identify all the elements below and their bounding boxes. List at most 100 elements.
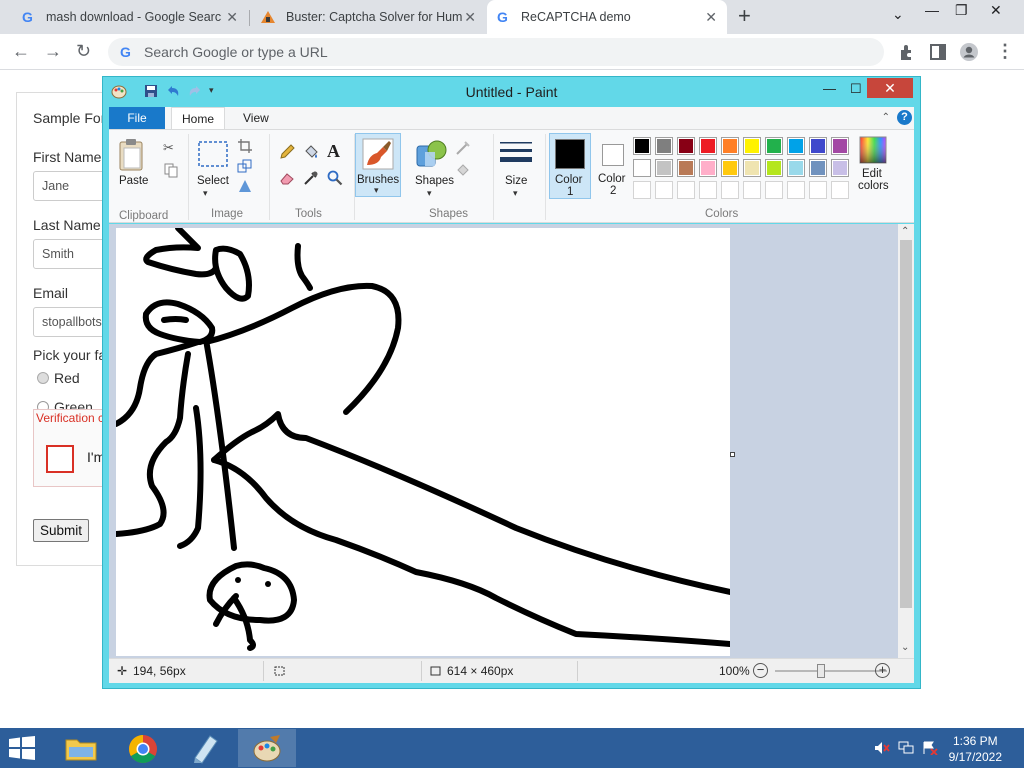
cut-scissors-icon[interactable]: ✂ xyxy=(163,140,179,156)
close-window-icon[interactable]: ✕ xyxy=(867,78,913,98)
magnifier-icon[interactable] xyxy=(327,170,343,186)
minimize-icon[interactable]: — xyxy=(823,81,836,96)
taskbar-notes-app[interactable] xyxy=(176,729,234,767)
tab-home[interactable]: Home xyxy=(171,107,226,129)
windows-start-icon[interactable] xyxy=(8,736,36,760)
drawing-canvas[interactable] xyxy=(116,228,730,656)
palette-swatch[interactable] xyxy=(743,159,761,177)
side-panel-icon[interactable] xyxy=(928,42,948,62)
palette-swatch[interactable] xyxy=(699,137,717,155)
palette-swatch[interactable] xyxy=(655,137,673,155)
close-icon[interactable]: ✕ xyxy=(464,9,476,26)
radio-red[interactable]: Red xyxy=(37,370,80,386)
paint-title-bar[interactable]: ▾ Untitled - Paint — ☐ ✕ xyxy=(103,77,920,106)
action-center-flag-icon[interactable] xyxy=(922,741,938,755)
tab-file[interactable]: File xyxy=(109,107,165,129)
select-rectangle-icon[interactable] xyxy=(197,140,229,168)
shapes-gallery-icon[interactable] xyxy=(415,138,449,170)
radio-button[interactable] xyxy=(37,372,49,384)
help-icon[interactable]: ? xyxy=(897,110,912,125)
crop-icon[interactable] xyxy=(237,138,253,154)
edit-colors-label-a[interactable]: Edit xyxy=(862,168,882,180)
custom-color-slot[interactable] xyxy=(633,181,651,199)
tab-view[interactable]: View xyxy=(233,107,279,129)
palette-swatch[interactable] xyxy=(743,137,761,155)
line-size-icon[interactable] xyxy=(499,138,533,168)
palette-swatch[interactable] xyxy=(765,159,783,177)
palette-swatch[interactable] xyxy=(677,137,695,155)
palette-swatch[interactable] xyxy=(831,137,849,155)
custom-color-slot[interactable] xyxy=(721,181,739,199)
eraser-icon[interactable] xyxy=(279,170,295,186)
scrollbar-thumb[interactable] xyxy=(900,240,912,608)
zoom-in-icon[interactable]: + xyxy=(875,663,890,678)
custom-color-slot[interactable] xyxy=(699,181,717,199)
palette-swatch[interactable] xyxy=(633,137,651,155)
size-dropdown-chevron-icon[interactable]: ▾ xyxy=(513,188,529,204)
custom-color-slot[interactable] xyxy=(655,181,673,199)
resize-icon[interactable] xyxy=(237,158,253,174)
reload-icon[interactable]: ↻ xyxy=(76,40,91,62)
custom-color-slot[interactable] xyxy=(831,181,849,199)
custom-color-slot[interactable] xyxy=(765,181,783,199)
taskbar-chrome[interactable] xyxy=(114,729,172,767)
pencil-icon[interactable] xyxy=(279,144,295,160)
palette-swatch[interactable] xyxy=(633,159,651,177)
custom-color-slot[interactable] xyxy=(743,181,761,199)
color-picker-icon[interactable] xyxy=(303,170,319,186)
zoom-slider[interactable] xyxy=(775,664,887,678)
extensions-puzzle-icon[interactable] xyxy=(897,42,917,62)
outline-icon[interactable] xyxy=(455,140,471,156)
fill-bucket-icon[interactable] xyxy=(303,144,319,160)
close-window-icon[interactable]: ✕ xyxy=(990,2,1002,19)
shapes-button[interactable]: Shapes xyxy=(415,175,454,187)
tab-recaptcha-demo[interactable]: G ReCAPTCHA demo ✕ xyxy=(487,0,727,34)
palette-swatch[interactable] xyxy=(721,137,739,155)
edit-colors-rainbow-icon[interactable] xyxy=(859,136,887,164)
size-button[interactable]: Size xyxy=(505,175,527,187)
shapes-dropdown-chevron-icon[interactable]: ▾ xyxy=(427,188,443,204)
custom-color-slot[interactable] xyxy=(809,181,827,199)
palette-swatch[interactable] xyxy=(699,159,717,177)
palette-swatch[interactable] xyxy=(831,159,849,177)
rotate-icon[interactable] xyxy=(237,178,253,194)
custom-color-slot[interactable] xyxy=(787,181,805,199)
fill-icon[interactable] xyxy=(455,162,471,178)
new-tab-button[interactable]: + xyxy=(738,5,751,27)
tab-search-chevron-icon[interactable]: ⌄ xyxy=(892,6,904,23)
forward-arrow-icon[interactable]: → xyxy=(44,40,62,62)
restore-icon[interactable]: ❐ xyxy=(955,2,968,19)
taskbar-file-explorer[interactable] xyxy=(52,729,110,767)
volume-muted-icon[interactable] xyxy=(874,741,890,755)
network-icon[interactable] xyxy=(898,741,914,755)
scroll-up-chevron-icon[interactable]: ⌃ xyxy=(901,226,909,237)
profile-avatar-icon[interactable] xyxy=(959,42,979,62)
edit-colors-label-b[interactable]: colors xyxy=(858,180,889,192)
back-arrow-icon[interactable]: ← xyxy=(12,40,30,62)
recaptcha-checkbox[interactable] xyxy=(46,445,74,473)
palette-swatch[interactable] xyxy=(787,137,805,155)
collapse-ribbon-icon[interactable]: ⌃ xyxy=(882,112,890,123)
palette-swatch[interactable] xyxy=(809,159,827,177)
tab-google-search[interactable]: G mash download - Google Search ✕ xyxy=(12,0,248,34)
maximize-icon[interactable]: ☐ xyxy=(850,81,862,97)
select-dropdown-chevron-icon[interactable]: ▾ xyxy=(203,188,219,204)
color2-button[interactable]: Color 2 xyxy=(593,133,635,199)
text-tool-icon[interactable]: A xyxy=(327,141,343,161)
custom-color-slot[interactable] xyxy=(677,181,695,199)
palette-swatch[interactable] xyxy=(765,137,783,155)
palette-swatch[interactable] xyxy=(677,159,695,177)
palette-swatch[interactable] xyxy=(809,137,827,155)
tab-buster[interactable]: Buster: Captcha Solver for Human ✕ xyxy=(250,0,486,34)
system-clock[interactable]: 1:36 PM 9/17/2022 xyxy=(949,733,1002,765)
canvas-resize-handle[interactable] xyxy=(730,452,735,457)
scroll-down-chevron-icon[interactable]: ⌄ xyxy=(901,642,909,653)
address-bar[interactable]: G xyxy=(108,38,884,66)
submit-button[interactable]: Submit xyxy=(33,519,90,542)
brushes-button[interactable]: Brushes ▾ xyxy=(355,133,401,197)
select-button[interactable]: Select xyxy=(197,175,229,187)
zoom-slider-thumb[interactable] xyxy=(817,664,825,678)
menu-kebab-icon[interactable]: ⋮ xyxy=(996,40,1014,62)
close-icon[interactable]: ✕ xyxy=(226,9,238,26)
minimize-icon[interactable]: — xyxy=(925,2,939,18)
